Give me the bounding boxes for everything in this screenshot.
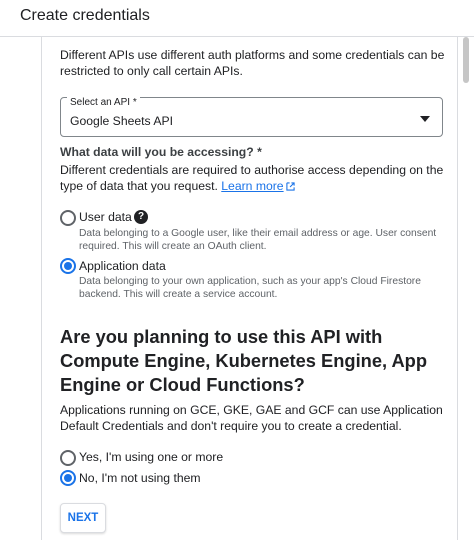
user-data-radio[interactable]: [60, 210, 76, 226]
compute-description: Applications running on GCE, GKE, GAE an…: [60, 403, 443, 433]
compute-heading: Are you planning to use this API with Co…: [60, 326, 427, 395]
user-data-label: User data: [79, 210, 132, 224]
help-icon[interactable]: ?: [134, 210, 148, 224]
yes-using-radio[interactable]: [60, 450, 76, 466]
external-link-icon: [285, 182, 295, 191]
yes-using-label: Yes, I'm using one or more: [79, 450, 224, 464]
dropdown-arrow-icon: [420, 116, 430, 122]
api-select[interactable]: Select an API * Google Sheets API: [60, 97, 443, 137]
no-not-using-label: No, I'm not using them: [79, 471, 201, 485]
no-not-using-radio[interactable]: [60, 470, 76, 486]
learn-more-link[interactable]: Learn more: [221, 179, 295, 193]
scrollbar-thumb[interactable]: [463, 37, 469, 83]
application-data-description: Data belonging to your own application, …: [79, 276, 421, 300]
application-data-label: Application data: [79, 259, 166, 273]
data-access-description: Different credentials are required to au…: [60, 162, 450, 194]
api-select-label: Select an API *: [67, 97, 140, 108]
page-header: Create credentials: [0, 0, 474, 37]
learn-more-text: Learn more: [221, 179, 284, 193]
credentials-form: Different APIs use different auth platfo…: [41, 37, 458, 540]
application-data-radio[interactable]: [60, 258, 76, 274]
page-title: Create credentials: [20, 7, 150, 24]
user-data-description: Data belonging to a Google user, like th…: [79, 228, 437, 252]
intro-text: Different APIs use different auth platfo…: [60, 48, 445, 78]
next-button[interactable]: NEXT: [60, 503, 106, 533]
data-access-question: What data will you be accessing? *: [60, 145, 262, 159]
api-select-value: Google Sheets API: [70, 114, 173, 128]
